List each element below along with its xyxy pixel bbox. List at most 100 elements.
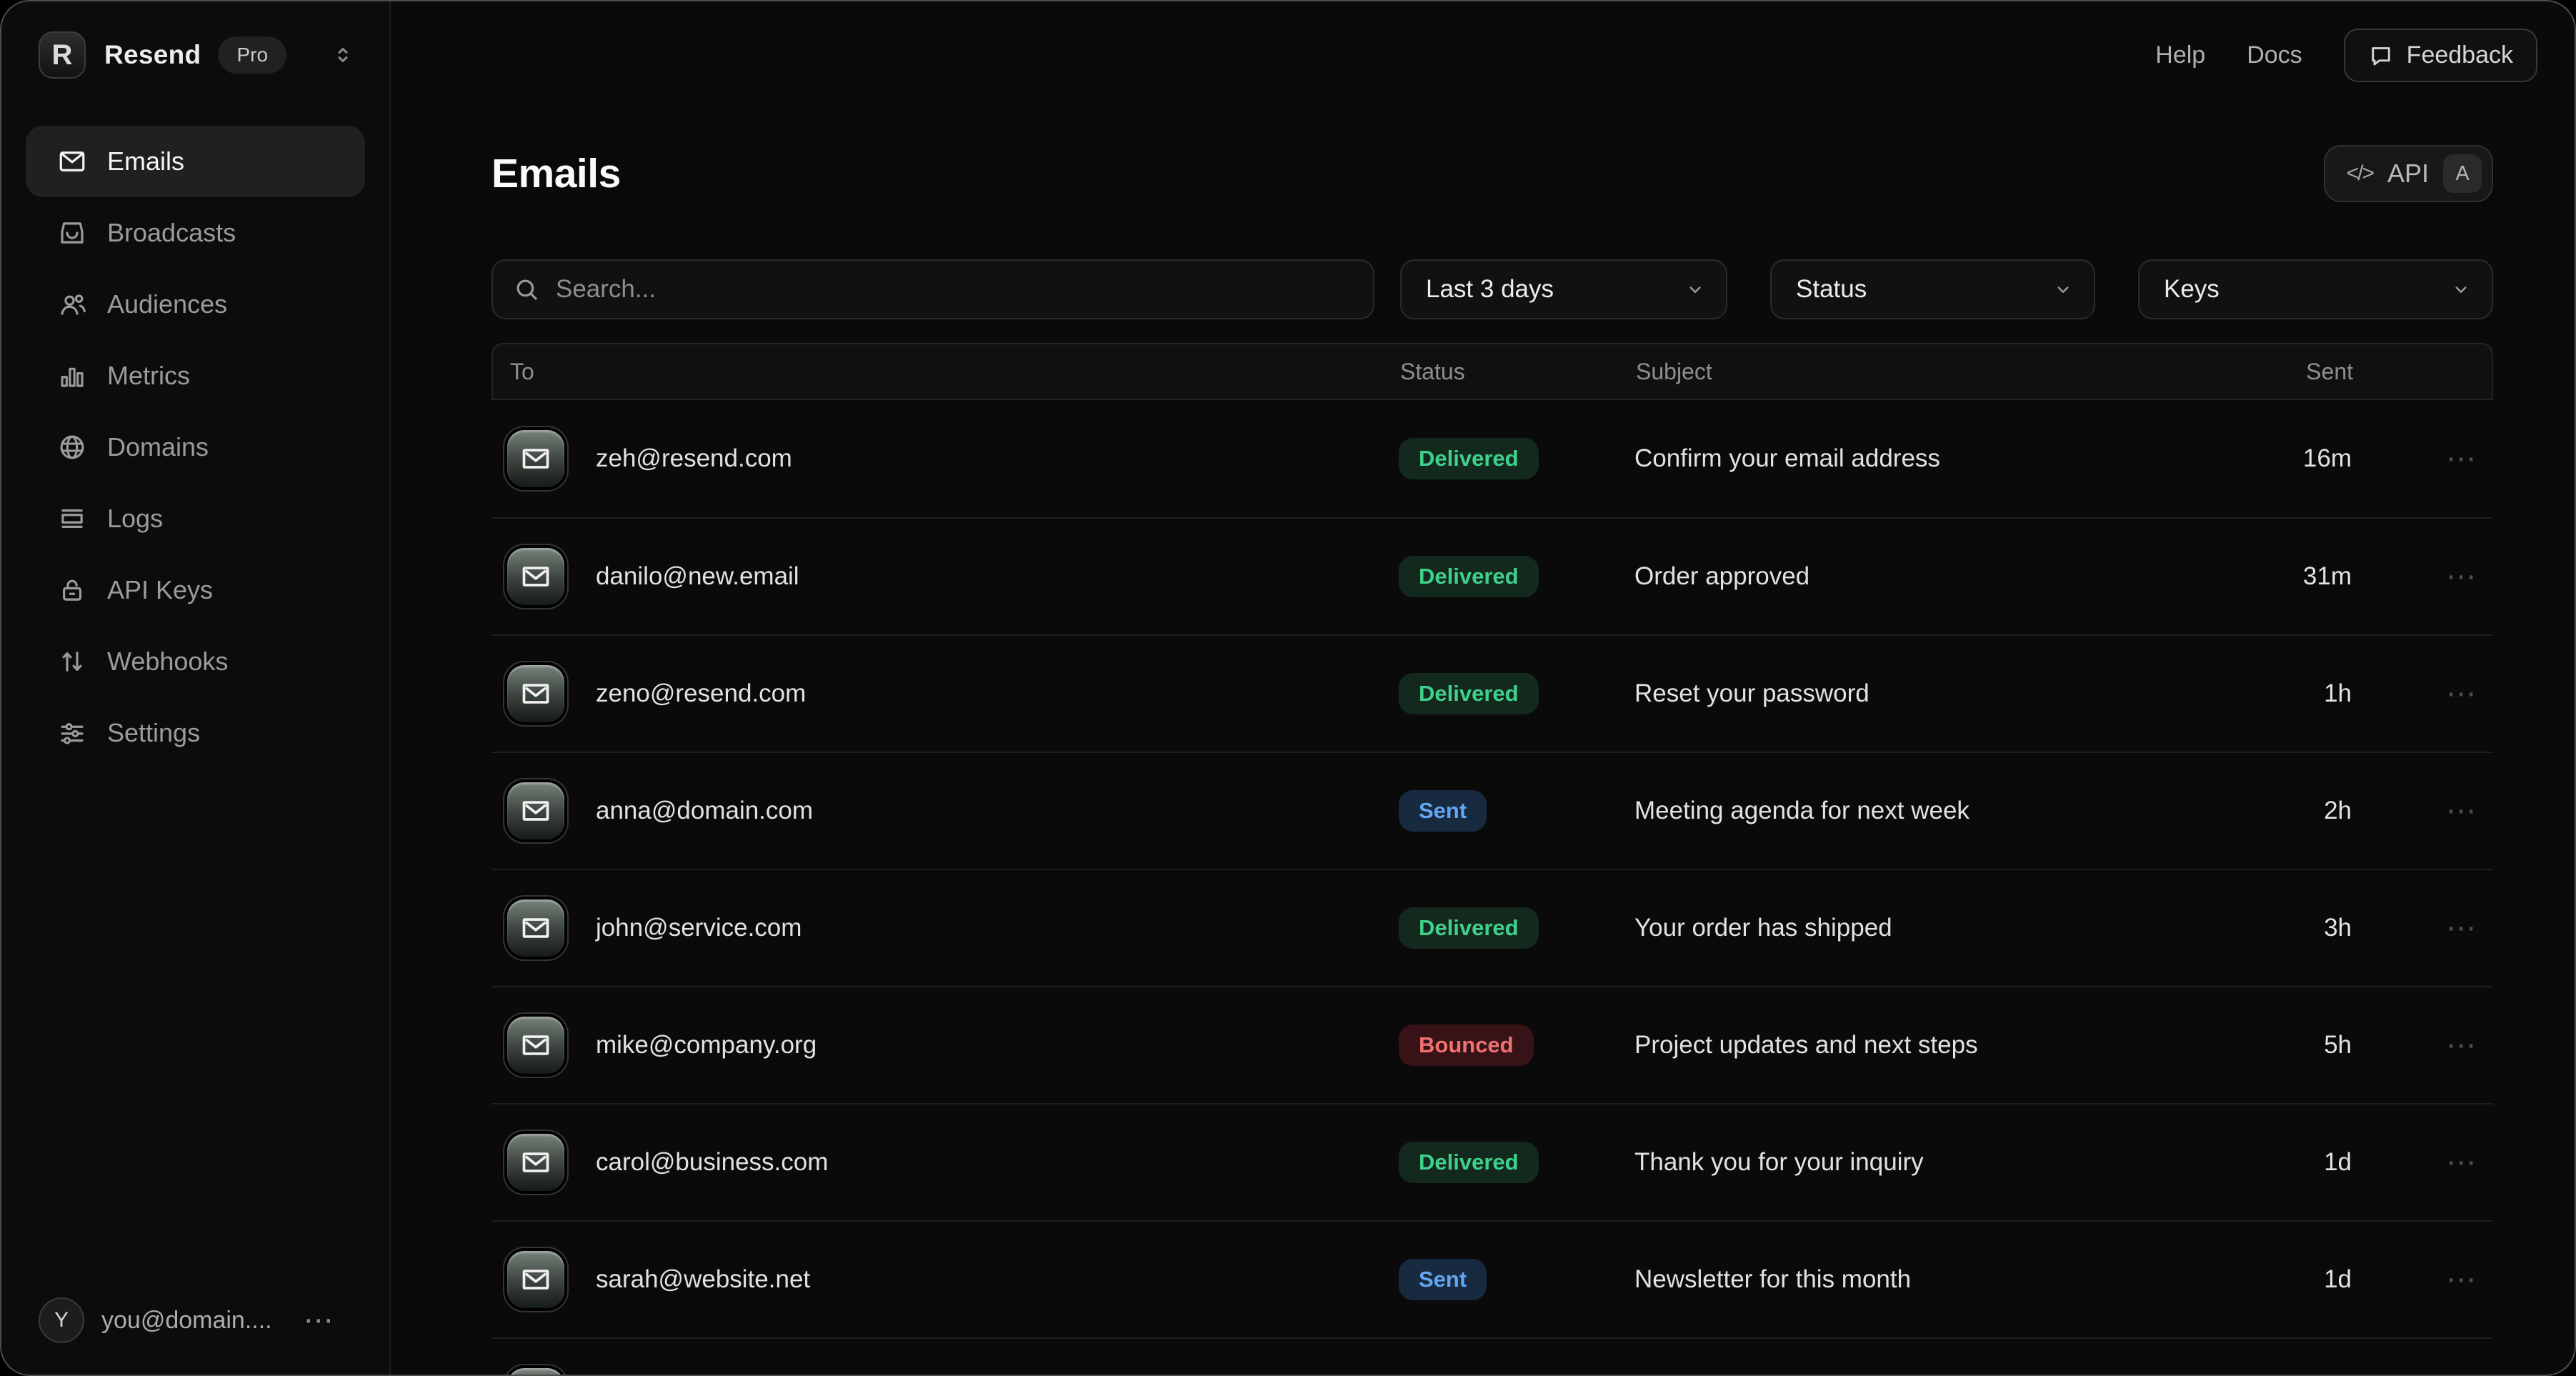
feedback-button[interactable]: Feedback bbox=[2344, 29, 2537, 82]
sidebar-item-label: Broadcasts bbox=[107, 218, 236, 248]
recipient-email: mike@company.org bbox=[596, 1031, 817, 1060]
table-row[interactable]: Delivered ⋯ bbox=[491, 1337, 2493, 1376]
status-badge: Delivered bbox=[1399, 438, 1539, 479]
sent-time: 2h bbox=[2220, 797, 2352, 825]
sidebar-item-api-keys[interactable]: API Keys bbox=[26, 554, 365, 626]
user-menu-button[interactable]: ⋯ bbox=[304, 1311, 336, 1329]
table-row[interactable]: john@service.com Delivered Your order ha… bbox=[491, 869, 2493, 986]
sent-time: 1h bbox=[2220, 679, 2352, 708]
status-dropdown[interactable]: Status bbox=[1770, 259, 2095, 319]
api-button-label: API bbox=[2387, 159, 2429, 189]
row-actions-button[interactable]: ⋯ bbox=[2352, 1036, 2493, 1054]
table-row[interactable]: zeh@resend.com Delivered Confirm your em… bbox=[491, 400, 2493, 517]
lock-icon bbox=[57, 575, 87, 605]
sent-time: 1d bbox=[2220, 1265, 2352, 1294]
envelope-icon bbox=[507, 1134, 564, 1191]
sidebar-item-label: Settings bbox=[107, 718, 200, 748]
row-actions-button[interactable]: ⋯ bbox=[2352, 1153, 2493, 1171]
email-subject: Reset your password bbox=[1634, 679, 2220, 708]
sidebar-item-audiences[interactable]: Audiences bbox=[26, 269, 365, 340]
email-subject: Your order has shipped bbox=[1634, 914, 2220, 942]
sent-time: 3h bbox=[2220, 914, 2352, 942]
sidebar-item-domains[interactable]: Domains bbox=[26, 412, 365, 483]
chevron-down-icon bbox=[1684, 279, 1706, 300]
row-actions-button[interactable]: ⋯ bbox=[2352, 567, 2493, 585]
search-icon bbox=[513, 276, 540, 303]
recipient-email: zeh@resend.com bbox=[596, 444, 792, 473]
recipient-email: zeno@resend.com bbox=[596, 679, 806, 708]
row-actions-button[interactable]: ⋯ bbox=[2352, 802, 2493, 819]
table-row[interactable]: danilo@new.email Delivered Order approve… bbox=[491, 517, 2493, 634]
page-title: Emails bbox=[491, 150, 621, 197]
status-badge: Delivered bbox=[1399, 1142, 1539, 1183]
user-account[interactable]: Y you@domain.... ⋯ bbox=[1, 1272, 389, 1375]
email-subject: Meeting agenda for next week bbox=[1634, 797, 2220, 825]
date-range-value: Last 3 days bbox=[1426, 275, 1554, 304]
users-icon bbox=[57, 289, 87, 319]
chevron-down-icon bbox=[2052, 279, 2074, 300]
email-subject: Newsletter for this month bbox=[1634, 1265, 2220, 1294]
envelope-icon bbox=[507, 548, 564, 605]
email-table-body: zeh@resend.com Delivered Confirm your em… bbox=[491, 400, 2493, 1376]
email-subject: Confirm your email address bbox=[1634, 444, 2220, 473]
topbar: Help Docs Feedback bbox=[391, 1, 2575, 82]
api-button[interactable]: </> API A bbox=[2324, 145, 2493, 202]
sidebar-item-label: Webhooks bbox=[107, 647, 228, 677]
help-link[interactable]: Help bbox=[2155, 41, 2205, 69]
keys-filter-value: Keys bbox=[2164, 275, 2220, 304]
status-filter-value: Status bbox=[1796, 275, 1867, 304]
plan-badge: Pro bbox=[218, 36, 286, 74]
filter-row: Last 3 days Status Keys bbox=[491, 259, 2493, 319]
search-input[interactable] bbox=[556, 275, 1353, 304]
workspace-name: Resend bbox=[104, 40, 201, 70]
bar-chart-icon bbox=[57, 361, 87, 391]
table-row[interactable]: carol@business.com Delivered Thank you f… bbox=[491, 1103, 2493, 1220]
table-header: To Status Subject Sent bbox=[491, 343, 2493, 400]
table-row[interactable]: mike@company.org Bounced Project updates… bbox=[491, 986, 2493, 1103]
table-row[interactable]: zeno@resend.com Delivered Reset your pas… bbox=[491, 634, 2493, 752]
row-actions-button[interactable]: ⋯ bbox=[2352, 684, 2493, 702]
row-actions-button[interactable]: ⋯ bbox=[2352, 1270, 2493, 1288]
column-header-status: Status bbox=[1400, 359, 1636, 385]
docs-link[interactable]: Docs bbox=[2247, 41, 2302, 69]
search-box[interactable] bbox=[491, 259, 1374, 319]
envelope-icon bbox=[507, 1368, 564, 1376]
envelope-icon bbox=[507, 782, 564, 839]
sidebar-item-settings[interactable]: Settings bbox=[26, 697, 365, 769]
user-email: you@domain.... bbox=[101, 1307, 272, 1335]
workspace-switcher[interactable]: R Resend Pro bbox=[1, 1, 389, 79]
sidebar: R Resend Pro Emails Broadcasts Audiences bbox=[1, 1, 391, 1375]
email-subject: Project updates and next steps bbox=[1634, 1031, 2220, 1060]
app-window: R Resend Pro Emails Broadcasts Audiences bbox=[0, 0, 2576, 1376]
sidebar-item-webhooks[interactable]: Webhooks bbox=[26, 626, 365, 697]
sidebar-item-label: Audiences bbox=[107, 289, 227, 319]
date-range-dropdown[interactable]: Last 3 days bbox=[1400, 259, 1727, 319]
envelope-icon bbox=[507, 899, 564, 957]
status-badge: Sent bbox=[1399, 790, 1487, 832]
sent-time: 1d bbox=[2220, 1148, 2352, 1177]
sidebar-item-label: Emails bbox=[107, 146, 184, 176]
sliders-icon bbox=[57, 718, 87, 748]
sidebar-item-logs[interactable]: Logs bbox=[26, 483, 365, 554]
email-subject: Order approved bbox=[1634, 562, 2220, 591]
emails-table: To Status Subject Sent zeh@resend.com De… bbox=[491, 343, 2493, 1376]
row-actions-button[interactable]: ⋯ bbox=[2352, 449, 2493, 467]
feedback-label: Feedback bbox=[2407, 41, 2513, 69]
sidebar-item-emails[interactable]: Emails bbox=[26, 126, 365, 197]
chevron-down-icon bbox=[2450, 279, 2472, 300]
table-row[interactable]: anna@domain.com Sent Meeting agenda for … bbox=[491, 752, 2493, 869]
avatar: Y bbox=[39, 1297, 84, 1343]
column-header-subject: Subject bbox=[1636, 359, 2222, 385]
row-actions-button[interactable]: ⋯ bbox=[2352, 919, 2493, 937]
column-header-sent: Sent bbox=[2222, 359, 2353, 385]
envelope-icon bbox=[507, 430, 564, 487]
status-badge: Sent bbox=[1399, 1259, 1487, 1300]
status-badge: Delivered bbox=[1399, 673, 1539, 714]
sidebar-item-broadcasts[interactable]: Broadcasts bbox=[26, 197, 365, 269]
keys-dropdown[interactable]: Keys bbox=[2138, 259, 2493, 319]
sidebar-item-metrics[interactable]: Metrics bbox=[26, 340, 365, 412]
table-row[interactable]: sarah@website.net Sent Newsletter for th… bbox=[491, 1220, 2493, 1337]
chevron-up-down-icon[interactable] bbox=[331, 43, 355, 67]
envelope-icon bbox=[507, 665, 564, 722]
status-badge: Bounced bbox=[1399, 1024, 1534, 1066]
